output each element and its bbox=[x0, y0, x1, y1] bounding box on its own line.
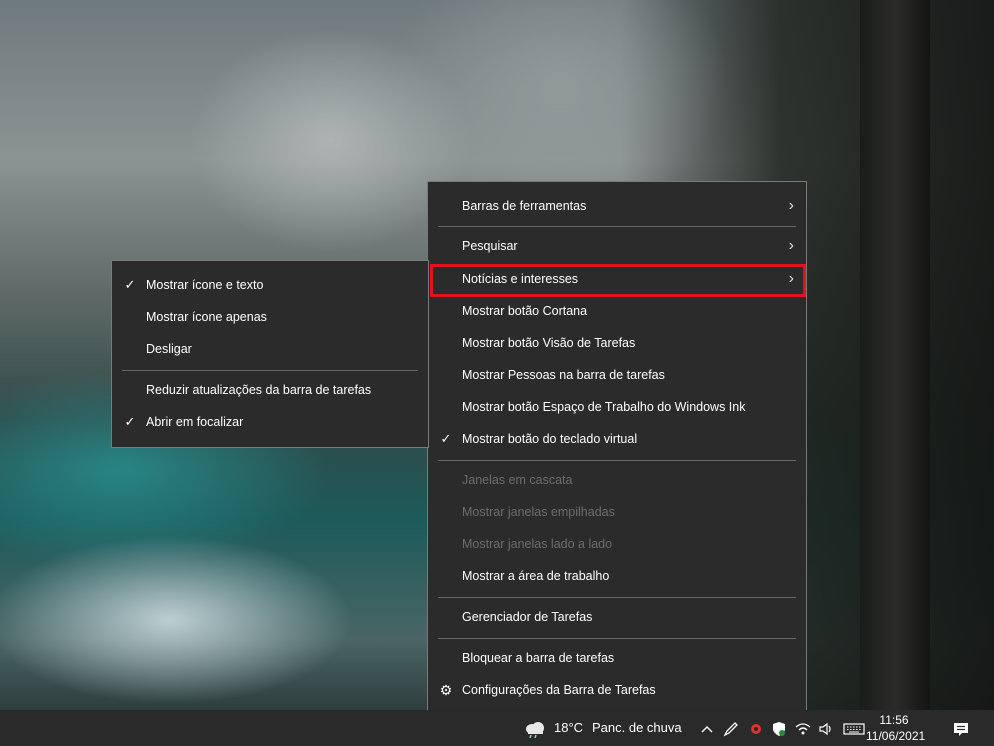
menu-item-label: Reduzir atualizações da barra de tarefas bbox=[146, 383, 372, 397]
menu-item-task-manager[interactable]: Gerenciador de Tarefas bbox=[428, 601, 806, 633]
menu-item-toolbars[interactable]: Barras de ferramentas › bbox=[428, 190, 806, 222]
menu-item-taskbar-settings[interactable]: ⚙ Configurações da Barra de Tarefas bbox=[428, 674, 806, 706]
submenu-item-open-on-hover[interactable]: ✓ Abrir em focalizar bbox=[112, 406, 428, 438]
wallpaper-tree bbox=[860, 0, 930, 710]
gear-icon: ⚙ bbox=[439, 682, 453, 698]
pen-icon[interactable] bbox=[720, 710, 742, 746]
menu-separator bbox=[122, 370, 418, 371]
checkmark-icon: ✓ bbox=[124, 414, 136, 429]
menu-item-cascade: Janelas em cascata bbox=[428, 464, 806, 496]
menu-item-label: Barras de ferramentas bbox=[462, 199, 587, 213]
checkmark-icon: ✓ bbox=[440, 431, 452, 446]
menu-item-label: Janelas em cascata bbox=[462, 473, 573, 487]
clock-date: 11/06/2021 bbox=[866, 729, 926, 743]
menu-item-label: Desligar bbox=[146, 342, 192, 356]
chevron-right-icon: › bbox=[788, 237, 794, 254]
menu-item-label: Configurações da Barra de Tarefas bbox=[462, 683, 656, 697]
menu-item-label: Mostrar ícone e texto bbox=[146, 278, 264, 292]
taskbar-context-menu: Barras de ferramentas › Pesquisar › Notí… bbox=[427, 181, 807, 714]
temperature-text: 18°C bbox=[554, 720, 584, 735]
news-interests-submenu: ✓ Mostrar ícone e texto Mostrar ícone ap… bbox=[111, 260, 429, 448]
menu-item-show-desktop[interactable]: Mostrar a área de trabalho bbox=[428, 560, 806, 592]
menu-separator bbox=[438, 226, 796, 227]
menu-item-stacked: Mostrar janelas empilhadas bbox=[428, 496, 806, 528]
submenu-item-reduce-updates[interactable]: Reduzir atualizações da barra de tarefas bbox=[112, 374, 428, 406]
volume-icon[interactable] bbox=[816, 710, 836, 746]
menu-item-label: Pesquisar bbox=[462, 239, 518, 253]
menu-item-side-by-side: Mostrar janelas lado a lado bbox=[428, 528, 806, 560]
menu-item-people[interactable]: Mostrar Pessoas na barra de tarefas bbox=[428, 359, 806, 391]
checkmark-icon: ✓ bbox=[124, 277, 136, 292]
menu-item-lock-taskbar[interactable]: Bloquear a barra de tarefas bbox=[428, 642, 806, 674]
wifi-icon[interactable] bbox=[793, 710, 813, 746]
menu-item-label: Mostrar janelas lado a lado bbox=[462, 537, 613, 551]
menu-item-windows-ink[interactable]: Mostrar botão Espaço de Trabalho do Wind… bbox=[428, 391, 806, 423]
submenu-item-icon-and-text[interactable]: ✓ Mostrar ícone e texto bbox=[112, 269, 428, 301]
menu-item-label: Mostrar Pessoas na barra de tarefas bbox=[462, 368, 665, 382]
menu-item-label: Mostrar janelas empilhadas bbox=[462, 505, 615, 519]
clock-time: 11:56 bbox=[879, 713, 909, 727]
notification-icon[interactable] bbox=[945, 710, 977, 746]
menu-item-touch-keyboard[interactable]: ✓ Mostrar botão do teclado virtual bbox=[428, 423, 806, 455]
menu-item-label: Mostrar botão Cortana bbox=[462, 304, 588, 318]
chevron-right-icon: › bbox=[788, 197, 794, 214]
submenu-item-icon-only[interactable]: Mostrar ícone apenas bbox=[112, 301, 428, 333]
menu-separator bbox=[438, 597, 796, 598]
menu-item-label: Mostrar botão Espaço de Trabalho do Wind… bbox=[462, 400, 746, 414]
menu-item-label: Gerenciador de Tarefas bbox=[462, 610, 593, 624]
menu-item-label: Abrir em focalizar bbox=[146, 415, 244, 429]
menu-item-label: Bloquear a barra de tarefas bbox=[462, 651, 615, 665]
weather-widget[interactable]: 18°C Panc. de chuva bbox=[520, 710, 690, 746]
menu-item-label: Mostrar ícone apenas bbox=[146, 310, 267, 324]
menu-item-cortana[interactable]: Mostrar botão Cortana bbox=[428, 295, 806, 327]
cloud-rain-icon bbox=[522, 710, 548, 746]
menu-item-search[interactable]: Pesquisar › bbox=[428, 230, 806, 262]
menu-item-task-view[interactable]: Mostrar botão Visão de Tarefas bbox=[428, 327, 806, 359]
app-icon[interactable] bbox=[745, 710, 767, 746]
highlight-box bbox=[430, 264, 806, 297]
security-icon[interactable] bbox=[769, 710, 789, 746]
taskbar: 18°C Panc. de chuva 11:56 11/06/2021 bbox=[0, 710, 994, 746]
submenu-item-turn-off[interactable]: Desligar bbox=[112, 333, 428, 365]
menu-separator bbox=[438, 638, 796, 639]
chevron-up-icon[interactable] bbox=[698, 710, 716, 746]
menu-separator bbox=[438, 460, 796, 461]
weather-condition-text: Panc. de chuva bbox=[592, 720, 682, 735]
keyboard-icon[interactable] bbox=[841, 710, 867, 746]
menu-item-label: Mostrar botão Visão de Tarefas bbox=[462, 336, 636, 350]
menu-item-label: Mostrar a área de trabalho bbox=[462, 569, 610, 583]
clock[interactable]: 11:56 11/06/2021 bbox=[866, 712, 926, 744]
menu-item-label: Mostrar botão do teclado virtual bbox=[462, 432, 638, 446]
